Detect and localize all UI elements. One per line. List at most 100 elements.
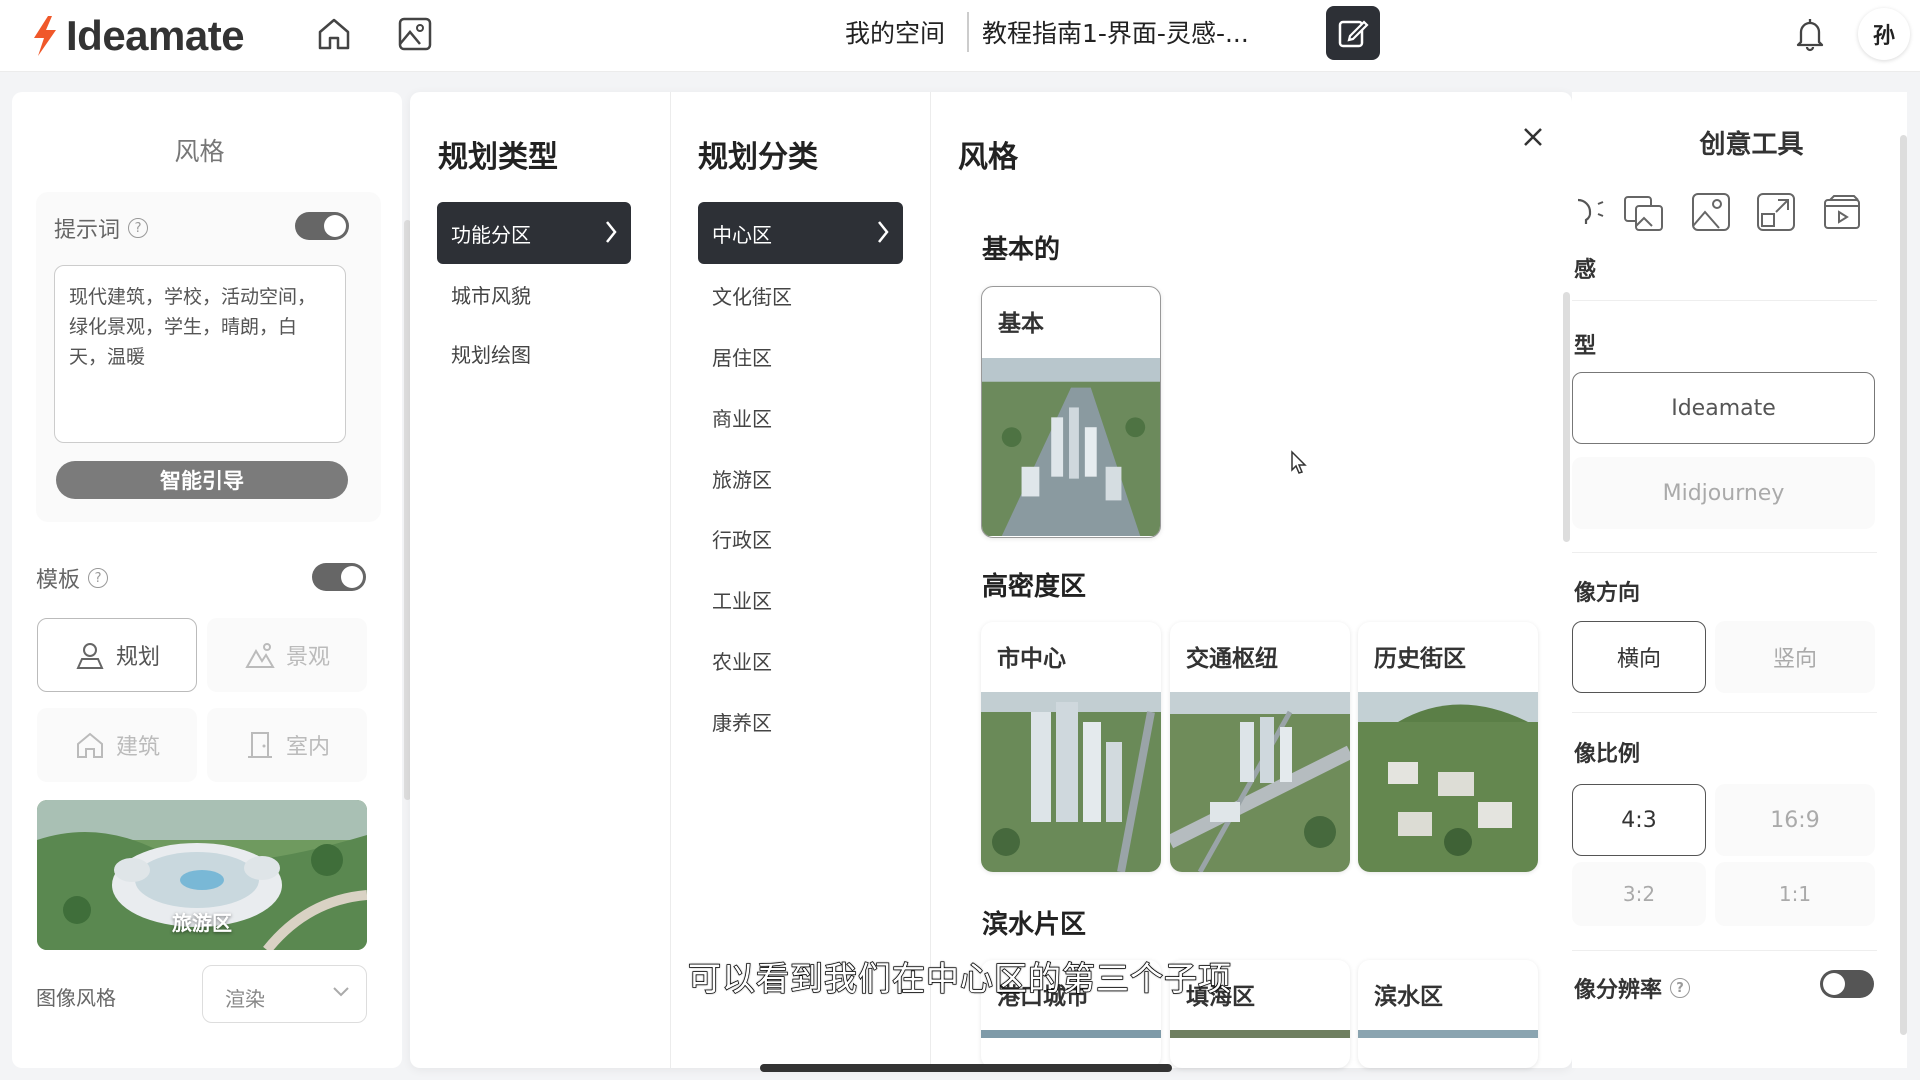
- breadcrumb-separator: [967, 12, 969, 52]
- planning-category-item[interactable]: 工业区: [712, 585, 772, 614]
- reclaimed-image-strip: [1170, 1030, 1350, 1038]
- planning-category-item[interactable]: 农业区: [712, 646, 772, 675]
- video-subtitle: 可以看到我们在中心区的第三个子项: [687, 958, 1232, 999]
- right-panel: 创意工具 感 型 Ideamate Midjourney 像方向 横向 竖向 像…: [1572, 92, 1907, 1068]
- orientation-portrait-button[interactable]: 竖向: [1715, 621, 1875, 693]
- edit-button[interactable]: [1326, 6, 1380, 60]
- left-panel-title: 风格: [174, 137, 225, 166]
- edit-icon: [1338, 20, 1369, 48]
- door-icon: [247, 732, 272, 758]
- style-group-heading: 高密度区: [982, 572, 1087, 602]
- bottom-handle: [760, 1064, 1172, 1072]
- prompt-toggle[interactable]: [295, 212, 349, 240]
- help-icon[interactable]: ?: [88, 568, 109, 588]
- ratio-4-3-button[interactable]: 4:3: [1572, 784, 1706, 856]
- template-planning-button[interactable]: 规划: [37, 618, 197, 692]
- template-interior-button[interactable]: 室内: [207, 708, 367, 782]
- style-card-title: 基本: [998, 311, 1044, 337]
- lightbulb-icon[interactable]: [1576, 192, 1606, 232]
- prompt-label: 提示词: [54, 218, 121, 243]
- style-card-transit-hub[interactable]: 交通枢纽: [1170, 622, 1350, 872]
- template-landscape-button[interactable]: 景观: [207, 618, 367, 692]
- breadcrumb-title[interactable]: 教程指南1-界面-灵感-...: [982, 14, 1249, 50]
- right-divider: [1572, 950, 1877, 951]
- style-picker-popup: 规划类型 功能分区 城市风貌 规划绘图 规划分类 中心区 文化街区 居住区 商业…: [410, 92, 1572, 1068]
- mouse-cursor-icon: [1291, 450, 1307, 474]
- template-preview-image[interactable]: 旅游区: [37, 800, 367, 950]
- port-city-image-strip: [981, 1030, 1161, 1038]
- right-divider: [1572, 712, 1877, 713]
- style-card-historic-district[interactable]: 历史街区: [1358, 622, 1538, 872]
- planning-category-heading: 规划分类: [698, 140, 818, 175]
- template-planning-label: 规划: [115, 645, 160, 670]
- smart-guide-button[interactable]: 智能引导: [56, 461, 348, 499]
- image-compare-icon[interactable]: [1622, 192, 1666, 234]
- video-icon[interactable]: [1820, 190, 1864, 234]
- planning-category-item-selected[interactable]: 中心区: [698, 202, 903, 264]
- planning-type-item[interactable]: 城市风貌: [451, 280, 531, 309]
- template-toggle[interactable]: [312, 563, 366, 591]
- template-interior-label: 室内: [285, 735, 330, 760]
- image-icon[interactable]: [1689, 190, 1733, 234]
- chevron-right-icon: [606, 221, 617, 243]
- template-label: 模板: [36, 568, 81, 593]
- home-icon[interactable]: [312, 12, 356, 56]
- planning-category-item[interactable]: 文化街区: [712, 281, 792, 310]
- template-building-button[interactable]: 建筑: [37, 708, 197, 782]
- planning-type-item[interactable]: 规划绘图: [451, 339, 531, 368]
- planning-category-item[interactable]: 行政区: [712, 524, 772, 553]
- style-group-heading: 滨水片区: [982, 910, 1087, 940]
- popup-scrollbar[interactable]: [1563, 292, 1570, 542]
- orientation-landscape-button[interactable]: 横向: [1572, 621, 1706, 693]
- ratio-1-1-button[interactable]: 1:1: [1715, 862, 1875, 926]
- column-divider: [670, 92, 671, 1068]
- right-panel-scrollbar[interactable]: [1900, 135, 1907, 1035]
- help-icon[interactable]: ?: [128, 218, 149, 238]
- style-card-basic[interactable]: 基本: [981, 286, 1161, 538]
- prompt-textarea[interactable]: 现代建筑，学校，活动空间，绿化景观，学生，晴朗，白天，温暖: [54, 265, 346, 443]
- model-ideamate-button[interactable]: Ideamate: [1572, 372, 1875, 444]
- template-label-row: 模板 ?: [36, 562, 109, 594]
- template-building-label: 建筑: [115, 735, 160, 760]
- transit-render-image: [1170, 692, 1350, 872]
- planning-category-item[interactable]: 康养区: [712, 707, 772, 736]
- style-heading: 风格: [958, 140, 1018, 175]
- left-panel: 风格 提示词 ? 现代建筑，学校，活动空间，绿化景观，学生，晴朗，白天，温暖 智…: [12, 92, 411, 1068]
- breadcrumb-space[interactable]: 我的空间: [845, 14, 945, 50]
- chevron-right-icon: [878, 221, 889, 243]
- mountain-icon: [245, 643, 275, 668]
- city-render-image: [982, 358, 1160, 536]
- right-divider: [1572, 552, 1877, 553]
- model-midjourney-button[interactable]: Midjourney: [1572, 457, 1875, 529]
- model-label: 型: [1574, 334, 1597, 359]
- ratio-3-2-button[interactable]: 3:2: [1572, 862, 1706, 926]
- app-logo[interactable]: Ideamate: [28, 12, 245, 60]
- close-icon[interactable]: [1518, 122, 1548, 152]
- top-bar: Ideamate 我的空间 教程指南1-界面-灵感-... 孙: [0, 0, 1920, 72]
- planning-category-item[interactable]: 居住区: [712, 342, 772, 371]
- logo-bolt-icon: [34, 16, 56, 56]
- style-card-downtown[interactable]: 市中心: [981, 622, 1161, 872]
- template-landscape-label: 景观: [285, 645, 330, 670]
- historic-render-image: [1358, 692, 1538, 872]
- expand-image-icon[interactable]: [1754, 190, 1798, 234]
- creative-tools-title: 创意工具: [1699, 130, 1804, 160]
- gallery-icon[interactable]: [393, 12, 437, 56]
- downtown-render-image: [981, 692, 1161, 872]
- planning-type-heading: 规划类型: [438, 140, 558, 175]
- ratio-16-9-button[interactable]: 16:9: [1715, 784, 1875, 856]
- column-divider: [930, 92, 931, 1068]
- planning-type-item-selected[interactable]: 功能分区: [437, 202, 631, 264]
- bell-icon[interactable]: [1788, 12, 1832, 56]
- orientation-label: 像方向: [1574, 581, 1641, 606]
- prompt-label-row: 提示词 ?: [54, 212, 149, 244]
- planning-category-item[interactable]: 商业区: [712, 403, 772, 432]
- planning-category-item-label: 中心区: [712, 222, 772, 247]
- house-icon: [76, 732, 103, 758]
- avatar[interactable]: 孙: [1858, 8, 1910, 60]
- style-group-heading: 基本的: [982, 235, 1061, 265]
- template-image-label: 旅游区: [172, 911, 232, 935]
- style-card-title: 交通枢纽: [1186, 646, 1278, 672]
- planning-type-item-label: 功能分区: [451, 222, 531, 247]
- planning-category-item[interactable]: 旅游区: [712, 464, 772, 493]
